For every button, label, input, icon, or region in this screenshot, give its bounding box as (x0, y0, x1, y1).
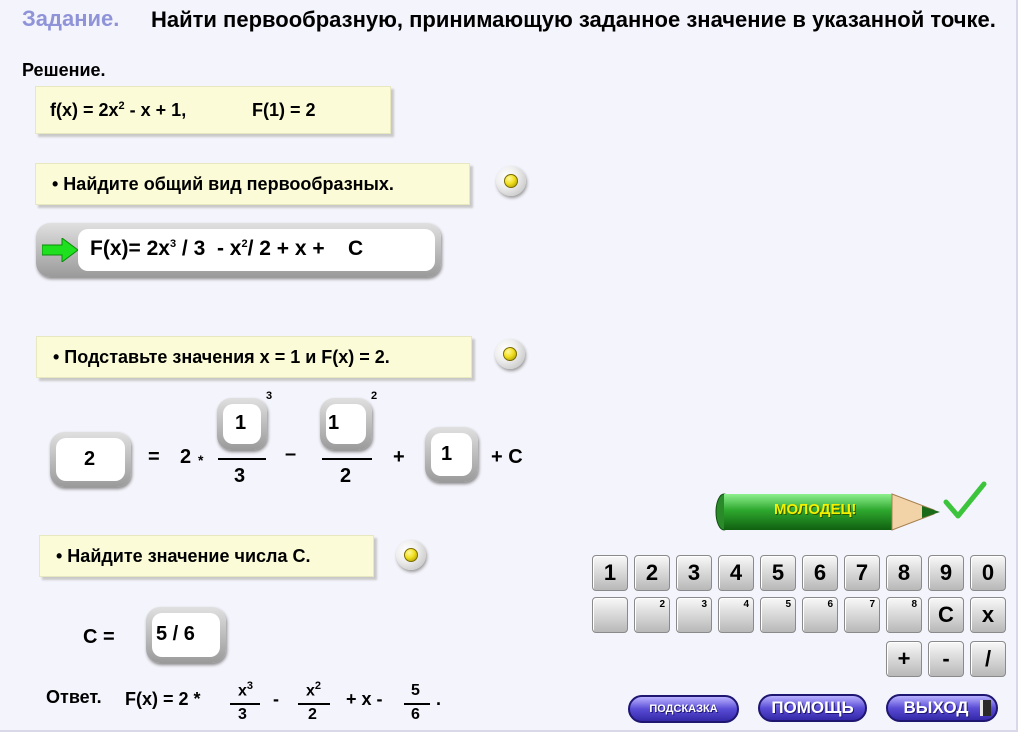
answer-label: Ответ. (46, 687, 102, 707)
key-5[interactable]: 5 (760, 555, 796, 591)
key-divide[interactable]: / (970, 641, 1006, 677)
key-minus[interactable]: - (928, 641, 964, 677)
fraction-line (404, 703, 430, 705)
function-definition: f(x) = 2x2 - x + 1, (50, 100, 187, 120)
solution-label: Решение. (22, 60, 106, 80)
minus-sign: – (285, 443, 297, 465)
key-power-4[interactable]: 4 (718, 597, 754, 633)
key-power-7[interactable]: 7 (844, 597, 880, 633)
key-2[interactable]: 2 (634, 555, 670, 591)
key-plus[interactable]: + (886, 641, 922, 677)
key-3[interactable]: 3 (676, 555, 712, 591)
task-label: Задание. (22, 6, 120, 31)
fraction-line (230, 703, 260, 705)
key-x[interactable]: x (970, 597, 1006, 633)
answer-minus: - (273, 689, 279, 709)
numerator-value: 1 (328, 412, 340, 434)
answer-f1-den: 3 (238, 706, 247, 723)
hint-bulb-icon[interactable] (495, 339, 525, 369)
task-text: Найти первообразную, принимающую заданно… (151, 7, 996, 32)
plus-sign: + (393, 446, 405, 468)
answer-prefix: F(x) = 2 * (125, 689, 201, 709)
door-icon (980, 700, 991, 716)
key-8[interactable]: 8 (886, 555, 922, 591)
coefficient: 2 (180, 446, 192, 468)
answer-f3-num: 5 (411, 682, 420, 699)
given-function-box: f(x) = 2x2 - x + 1, F(1) = 2 (35, 86, 391, 134)
general-form-box: F(x)= 2x3 / 3 - x2/ 2 + x + C (36, 223, 441, 277)
key-power-5[interactable]: 5 (760, 597, 796, 633)
step-1-note: • Найдите общий вид первообразных. (35, 163, 470, 205)
answer-period: . (436, 689, 442, 709)
fraction-line (298, 703, 330, 705)
arrow-right-icon (42, 238, 78, 262)
x-value: 1 (441, 443, 453, 465)
value-input-box[interactable]: 2 (50, 432, 131, 487)
answer-f2-den: 2 (308, 706, 317, 723)
key-1[interactable]: 1 (592, 555, 628, 591)
multiply-sign: * (198, 452, 204, 468)
fraction-line (218, 458, 266, 460)
step-3-note: • Найдите значение числа С. (39, 535, 374, 577)
c-value: 5 / 6 (156, 623, 195, 645)
c-value-box[interactable]: 5 / 6 (146, 607, 226, 663)
hint-bulb-icon[interactable] (396, 540, 426, 570)
key-0[interactable]: 0 (970, 555, 1006, 591)
key-6[interactable]: 6 (802, 555, 838, 591)
step-1-text: • Найдите общий вид первообразных. (52, 174, 394, 194)
praise-label: МОЛОДЕЦ! (774, 501, 857, 518)
key-4[interactable]: 4 (718, 555, 754, 591)
key-power-2[interactable]: 2 (634, 597, 670, 633)
denominator: 2 (340, 465, 352, 487)
key-c[interactable]: C (928, 597, 964, 633)
hint-bulb-icon[interactable] (496, 166, 526, 196)
answer-f2-num: x2 (306, 680, 322, 700)
key-power-8[interactable]: 8 (886, 597, 922, 633)
numerator-value: 1 (235, 412, 247, 434)
exponent: 2 (371, 390, 378, 402)
answer-f3-den: 6 (411, 706, 420, 723)
key-power-3[interactable]: 3 (676, 597, 712, 633)
key-9[interactable]: 9 (928, 555, 964, 591)
fraction-line (322, 458, 372, 460)
denominator: 3 (234, 465, 246, 487)
key-7[interactable]: 7 (844, 555, 880, 591)
numerator-box-1[interactable]: 1 (217, 398, 267, 450)
plus-c: + C (491, 446, 523, 468)
key-power-6[interactable]: 6 (802, 597, 838, 633)
exponent: 3 (266, 390, 273, 402)
input-value: 2 (84, 448, 96, 470)
step-2-note: • Подставьте значения x = 1 и F(x) = 2. (36, 336, 472, 378)
step-2-text: • Подставьте значения x = 1 и F(x) = 2. (53, 347, 390, 367)
x-input-box[interactable]: 1 (425, 427, 478, 482)
equals-sign: = (148, 446, 160, 468)
step-3-text: • Найдите значение числа С. (56, 546, 311, 566)
numerator-box-2[interactable]: 1 (320, 398, 372, 450)
c-label: C = (83, 626, 115, 648)
initial-condition: F(1) = 2 (252, 100, 316, 120)
help-button[interactable]: ПОМОЩЬ (758, 694, 867, 722)
answer-plus-x: + x - (346, 689, 383, 709)
hint-button[interactable]: ПОДСКАЗКА (628, 695, 739, 723)
general-antiderivative: F(x)= 2x3 / 3 - x2/ 2 + x + C (90, 237, 364, 260)
answer-f1-num: x3 (238, 680, 254, 700)
key-blank[interactable] (592, 597, 628, 633)
